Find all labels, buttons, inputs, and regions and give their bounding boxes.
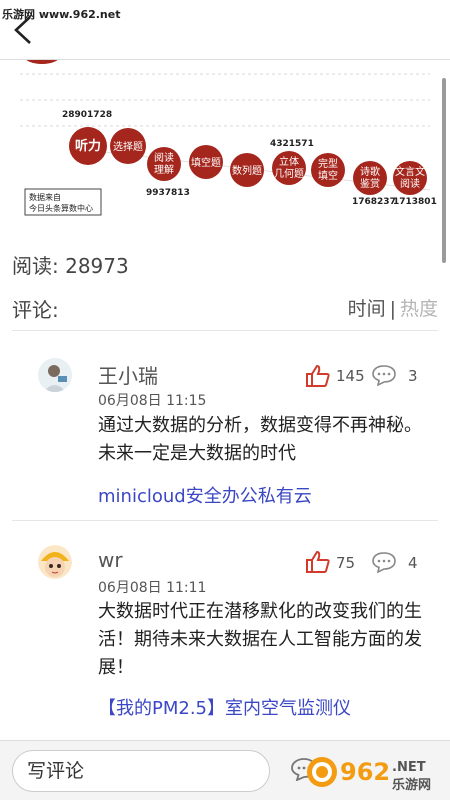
scrollbar[interactable]	[442, 78, 446, 263]
read-value: 28973	[65, 254, 129, 278]
bubble-label: 选择题	[113, 140, 143, 153]
infographic-number: 9937813	[146, 188, 190, 198]
watermark-logo: 962 .NET 乐游网	[307, 757, 431, 793]
bubble-label: 完型	[318, 157, 338, 170]
read-label: 阅读:	[12, 254, 59, 278]
article-infographic: 听力 选择题 阅读 理解 填空题 数列题 立体 几何题 完型 填空 诗歌 鉴赏 …	[0, 60, 450, 230]
avatar[interactable]	[38, 545, 72, 579]
like-count: 75	[336, 554, 356, 572]
watermark-brand: 962	[340, 758, 390, 786]
infographic-number: 4321571	[270, 139, 314, 149]
thumbs-up-icon[interactable]	[305, 550, 331, 574]
bubble-label: 填空题	[191, 156, 221, 169]
read-count: 阅读: 28973	[12, 250, 129, 279]
bubble-label: 阅读	[154, 151, 174, 164]
comment-item: wr 06月08日 11:11 75 4 大数据时代正在潜移默化的改变我们的生活…	[0, 520, 450, 740]
comment-timestamp: 06月08日 11:15	[98, 393, 207, 409]
thumbs-up-icon[interactable]	[305, 364, 331, 388]
watermark-site-text: 乐游网 www.962.net	[2, 8, 121, 21]
bubble-label: 文言文	[395, 165, 425, 178]
sort-by-popularity[interactable]: 热度	[400, 298, 438, 320]
comment-item: 王小瑞 06月08日 11:15 145 3 通过大数据的分析，数据变得不再神秘…	[0, 330, 450, 520]
ad-link[interactable]: 【我的PM2.5】室内空气监测仪	[98, 694, 351, 720]
source-line-1: 数据来自	[29, 192, 61, 202]
bubble-label: 填空	[318, 169, 338, 182]
avatar[interactable]	[38, 358, 72, 392]
sort-options: 时间 | 热度	[348, 294, 438, 321]
comment-timestamp: 06月08日 11:11	[98, 580, 207, 596]
bubble-label: 数列题	[232, 164, 262, 177]
infographic-number: 28901728	[62, 110, 112, 120]
infographic-number: 1713801	[393, 197, 437, 207]
infographic-graphic: 听力 选择题 阅读 理解 填空题 数列题 立体 几何题 完型 填空 诗歌 鉴赏 …	[20, 60, 437, 216]
comment-username[interactable]: 王小瑞	[98, 360, 158, 389]
ad-link[interactable]: minicloud安全办公私有云	[98, 482, 312, 508]
bubble-label: 几何题	[274, 167, 304, 180]
comment-username[interactable]: wr	[98, 548, 123, 572]
bubble-partial	[26, 60, 58, 64]
bubble-label: 立体	[279, 155, 299, 168]
bubble-label: 理解	[154, 163, 174, 176]
bubble-label: 听力	[75, 138, 101, 154]
source-line-2: 今日头条算数中心	[29, 203, 93, 213]
sort-separator: |	[389, 298, 396, 320]
comments-title: 评论:	[12, 298, 59, 322]
reply-bubble-icon[interactable]	[371, 364, 397, 386]
bottom-bar: 写评论 962 .NET 乐游网	[0, 740, 450, 800]
bubble-label: 鉴赏	[360, 177, 380, 190]
write-comment-input[interactable]: 写评论	[12, 750, 270, 792]
bubble-label: 诗歌	[360, 165, 380, 178]
like-count: 145	[336, 367, 365, 385]
bubble-label: 阅读	[400, 177, 420, 190]
reply-count: 4	[408, 554, 418, 572]
comment-text: 通过大数据的分析，数据变得不再神秘。未来一定是大数据的时代	[98, 415, 422, 464]
infographic-number: 1768237	[352, 197, 396, 207]
sort-by-time[interactable]: 时间	[348, 298, 386, 320]
comment-text: 大数据时代正在潜移默化的改变我们的生活！期待未来大数据在人工智能方面的发展！	[98, 601, 422, 678]
reply-count: 3	[408, 367, 418, 385]
reply-bubble-icon[interactable]	[371, 551, 397, 573]
watermark-sub: 乐游网	[392, 777, 431, 793]
watermark-domain: .NET	[392, 760, 426, 775]
